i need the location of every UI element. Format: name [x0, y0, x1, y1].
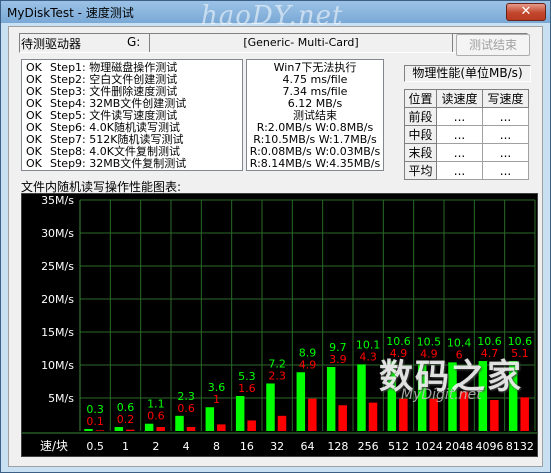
y-tick-label: 15M/s — [41, 326, 74, 339]
bar-read — [84, 429, 93, 431]
x-tick-label: 16 — [240, 440, 254, 453]
row-write: ... — [482, 107, 529, 126]
bar-read — [326, 366, 336, 431]
performance-chart: 5M/s 10M/s 15M/s 20M/s 25M/s 30M/s 35M/s 0.3 0.1… — [21, 193, 538, 457]
row-read: ... — [436, 107, 483, 126]
performance-row: 前段 ... ... — [404, 107, 529, 126]
chart-svg: 5M/s10M/s15M/s20M/s25M/s30M/s35M/s0.30.1… — [22, 194, 537, 453]
x-tick-label: 2 — [152, 440, 159, 453]
bar-read — [357, 364, 366, 431]
bar-read — [114, 427, 124, 431]
y-tick-label: 30M/s — [41, 227, 74, 240]
row-position: 平均 — [404, 161, 437, 180]
title-bar[interactable]: MyDiskTest - 速度测试 haoDY.net ✕ — [1, 1, 550, 31]
bar-write — [520, 397, 529, 431]
row-write: ... — [482, 161, 529, 180]
header-write: 写速度 — [482, 89, 529, 108]
row-write: ... — [482, 125, 529, 144]
row-read: ... — [436, 143, 483, 162]
bar-write — [399, 398, 408, 431]
row-position: 中段 — [404, 125, 437, 144]
bar-read — [205, 407, 215, 431]
bar-write — [308, 398, 317, 431]
bar-write — [490, 399, 499, 431]
row-read: ... — [436, 161, 483, 180]
x-tick-label: 128 — [327, 440, 348, 453]
results-list: Win7下无法执行 4.75 ms/file 7.34 ms/file 6.12 MB… — [246, 59, 384, 171]
row-read: ... — [436, 125, 483, 144]
data-label-write: 0.1 — [86, 415, 104, 428]
bar-write — [247, 420, 256, 431]
drive-name: [Generic- Multi-Card] — [149, 34, 453, 52]
performance-row: 中段 ... ... — [404, 125, 529, 144]
data-label-write: 0.2 — [117, 413, 135, 426]
y-tick-label: 5M/s — [48, 392, 74, 405]
close-button[interactable]: ✕ — [506, 3, 546, 21]
end-test-button[interactable]: 测试结束 — [456, 34, 530, 56]
bar-read — [266, 383, 275, 431]
steps-list: OK Step1: 物理磁盘操作测试 OK Step2: 空白文件创建测试 OK Step… — [21, 59, 243, 171]
header-position: 位置 — [404, 89, 437, 108]
x-tick-label: 0.5 — [86, 440, 104, 453]
y-tick-label: 25M/s — [41, 260, 74, 273]
bar-write — [126, 429, 135, 431]
x-tick-label: 64 — [301, 440, 315, 453]
watermark-site: MyDigit.net — [401, 387, 482, 403]
bar-read — [175, 415, 184, 431]
bar-write — [186, 427, 196, 431]
performance-table: 位置 读速度 写速度 前段 ... ... 中段 ... ... 末段 ... … — [404, 89, 529, 180]
performance-row: 末段 ... ... — [404, 143, 529, 162]
drive-label: 待测驱动器 — [21, 37, 82, 51]
bar-read — [144, 423, 154, 431]
x-tick-label: 256 — [358, 440, 379, 453]
x-tick-label: 8132 — [506, 440, 534, 453]
data-label-write: 1.6 — [238, 382, 256, 395]
row-position: 末段 — [404, 143, 437, 162]
x-axis-header: 速/块 — [40, 439, 68, 453]
y-tick-label: 20M/s — [41, 293, 74, 306]
x-tick-label: 1 — [122, 440, 129, 453]
x-tick-label: 512 — [388, 440, 409, 453]
row-write: ... — [482, 143, 529, 162]
bar-write — [277, 415, 287, 431]
y-tick-label: 10M/s — [41, 359, 74, 372]
x-tick-label: 32 — [270, 440, 284, 453]
row-position: 前段 — [404, 107, 437, 126]
x-tick-label: 4096 — [476, 440, 504, 453]
step-status: OK — [26, 157, 42, 170]
x-tick-label: 1024 — [415, 440, 443, 453]
data-label-write: 4.3 — [359, 350, 377, 363]
y-tick-label: 35M/s — [41, 194, 74, 207]
bar-read — [296, 372, 306, 431]
step-row: OK Step9: 32MB文件复制测试 — [26, 158, 242, 170]
data-label-write: 4.9 — [299, 358, 317, 371]
data-label-write: 0.6 — [177, 402, 195, 415]
data-label-write: 3.9 — [329, 353, 347, 366]
bar-write — [368, 402, 378, 431]
x-tick-label: 4 — [183, 440, 190, 453]
bar-write — [429, 398, 438, 431]
result-row: R:8.14MB/s W:4.35MB/s — [249, 157, 381, 170]
data-label-write: 2.3 — [268, 369, 286, 382]
x-tick-label: 2048 — [445, 440, 473, 453]
performance-title: 物理性能(单位MB/s) — [404, 65, 531, 82]
window-title: MyDiskTest - 速度测试 — [7, 6, 134, 20]
performance-header-row: 位置 读速度 写速度 — [404, 89, 529, 108]
drive-letter: G: — [127, 35, 141, 49]
app-window: MyDiskTest - 速度测试 haoDY.net ✕ 待测驱动器 G: [… — [0, 0, 551, 473]
bar-write — [95, 430, 105, 431]
header-read: 读速度 — [436, 89, 483, 108]
bar-write — [156, 427, 165, 431]
bar-read — [235, 396, 245, 431]
bar-write — [217, 424, 226, 431]
data-label-write: 0.6 — [147, 410, 165, 423]
performance-row: 平均 ... ... — [404, 161, 529, 180]
step-name: Step9: 32MB文件复制测试 — [50, 157, 187, 170]
bar-write — [338, 405, 347, 431]
data-label-write: 1 — [213, 393, 220, 406]
x-tick-label: 8 — [213, 440, 220, 453]
